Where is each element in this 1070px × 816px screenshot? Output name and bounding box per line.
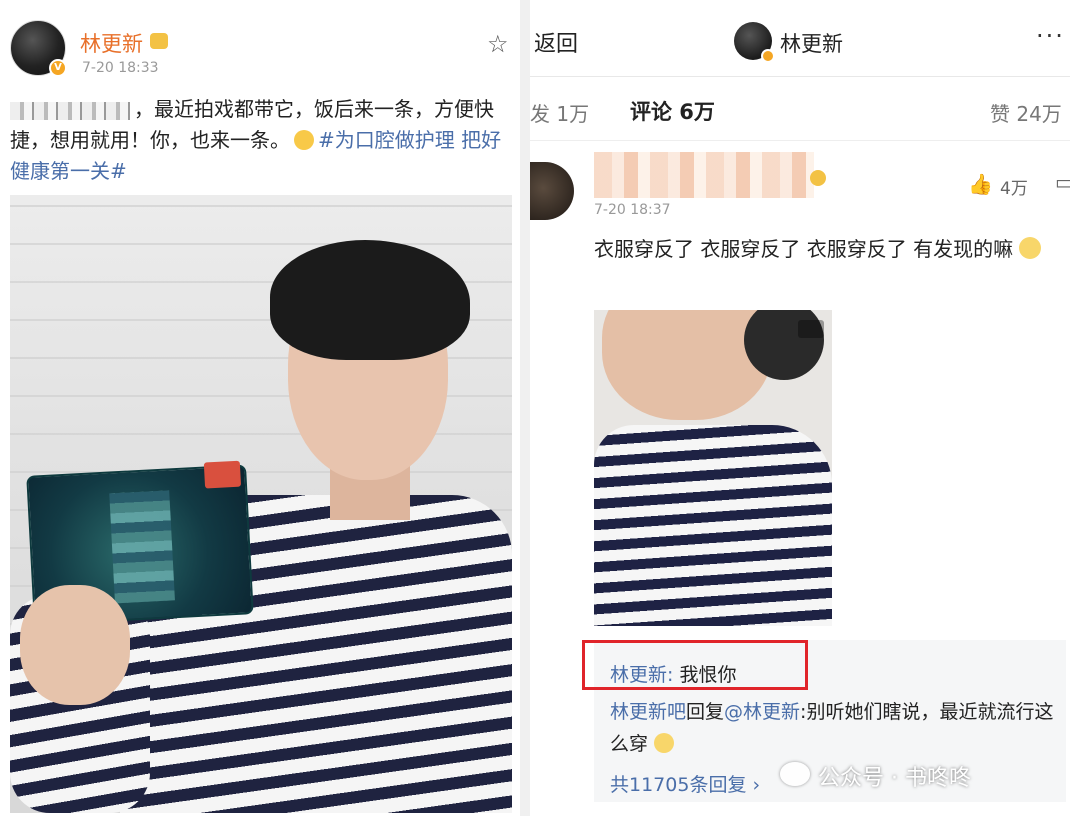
hair <box>270 240 470 360</box>
post-photo[interactable] <box>10 195 512 813</box>
author-avatar[interactable]: V <box>10 20 67 77</box>
tab-reposts[interactable]: 发 1万 <box>530 98 589 127</box>
panel-divider <box>520 0 530 816</box>
reply-separator: : <box>667 664 680 686</box>
verified-badge-icon: V <box>49 59 67 77</box>
left-post-panel: V 林更新 7-20 18:33 ☆ ，最近拍戏都带它，饭后来一条，方便快捷，想… <box>0 0 520 816</box>
favorite-star-icon[interactable]: ☆ <box>487 30 509 58</box>
commenter-badge-icon <box>810 170 826 186</box>
reply-icon[interactable]: ▭ <box>1055 170 1070 194</box>
post-text: ，最近拍戏都带它，饭后来一条，方便快捷，想用就用！你，也来一条。 #为口腔做护理 … <box>10 94 515 187</box>
reply-item[interactable]: 林更新: 我恨你 <box>610 660 736 687</box>
back-button[interactable]: 返回 <box>534 26 578 58</box>
tab-bar: 发 1万 评论 6万 赞 24万 <box>530 96 1070 132</box>
view-all-replies-link[interactable]: 共11705条回复 › <box>610 770 760 797</box>
gif-badge-icon <box>798 320 824 338</box>
comment-text: 衣服穿反了 衣服穿反了 衣服穿反了 有发现的嘛 <box>594 232 1066 266</box>
header-title: 林更新 <box>780 32 843 56</box>
more-menu-icon[interactable]: ··· <box>1036 22 1065 50</box>
reply-username[interactable]: 林更新 <box>610 664 667 686</box>
blurred-text <box>10 101 130 120</box>
red-label <box>203 460 242 489</box>
reply-text: 我恨你 <box>679 664 737 686</box>
laugh-emoji-icon <box>654 733 675 753</box>
tab-divider <box>530 140 1070 141</box>
pixelated-logo <box>109 490 175 604</box>
thumbs-up-icon[interactable]: 👍 <box>968 172 993 196</box>
verified-badge-icon <box>761 49 775 63</box>
reply-mention[interactable]: @林更新 <box>724 701 800 723</box>
doge-emoji-icon <box>1019 237 1042 259</box>
blurred-commenter-name <box>594 152 814 198</box>
comments-screen: 返回 林更新 ··· 发 1万 评论 6万 赞 24万 7-20 18:37 👍… <box>530 0 1070 816</box>
reply-item[interactable]: 林更新吧回复@林更新:别听她们瞎说，最近就流行这么穿 <box>610 696 1060 760</box>
comment-body: 衣服穿反了 衣服穿反了 衣服穿反了 有发现的嘛 <box>594 237 1014 261</box>
comment-photo[interactable] <box>594 310 832 626</box>
reply-verb: 回复 <box>686 701 725 723</box>
smile-emoji-icon <box>294 130 314 150</box>
striped-shirt <box>594 425 832 626</box>
commenter-avatar[interactable] <box>530 162 574 220</box>
comment-like-count: 4万 <box>1000 179 1028 199</box>
header-avatar[interactable] <box>734 22 775 63</box>
tab-comments[interactable]: 评论 6万 <box>630 96 715 126</box>
watermark: 公众号 · 书咚咚 <box>782 760 971 792</box>
reply-username[interactable]: 林更新吧 <box>610 701 686 723</box>
tab-likes[interactable]: 赞 24万 <box>990 98 1062 127</box>
vip-icon <box>150 33 168 49</box>
header-divider <box>530 76 1070 77</box>
comment-time: 7-20 18:37 <box>594 202 671 218</box>
watermark-text: 公众号 · 书咚咚 <box>818 766 971 791</box>
post-time: 7-20 18:33 <box>82 60 159 76</box>
hand <box>20 585 130 705</box>
author-name[interactable]: 林更新 <box>80 28 143 58</box>
